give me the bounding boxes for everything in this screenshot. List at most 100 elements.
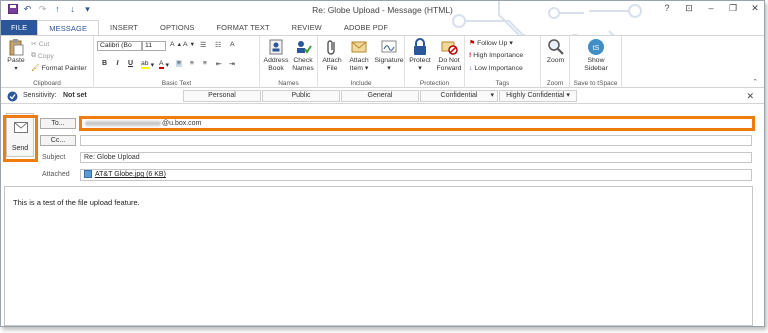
names-group: Address Book Check Names Names xyxy=(260,36,318,88)
magnifier-icon xyxy=(547,39,564,55)
clear-formatting-icon[interactable]: A xyxy=(230,41,235,48)
tspace-icon: tS xyxy=(588,39,604,55)
paste-icon xyxy=(9,39,24,56)
to-highlight-box xyxy=(79,116,755,131)
sensitivity-value: Not set xyxy=(63,92,87,99)
follow-up-button[interactable]: ⚑ Follow Up ▾ xyxy=(469,39,513,48)
message-body[interactable]: This is a test of the file upload featur… xyxy=(4,186,753,326)
align-left-icon[interactable]: ≡ xyxy=(176,60,182,67)
tab-adobe-pdf[interactable]: ADOBE PDF xyxy=(333,20,399,35)
envelope-icon xyxy=(351,41,367,53)
tab-file[interactable]: FILE xyxy=(1,20,38,35)
check-names-button[interactable]: Check Names xyxy=(290,38,316,73)
scissors-icon: ✂ xyxy=(31,41,37,48)
sensitivity-option-personal[interactable]: Personal xyxy=(183,90,261,102)
font-size-box[interactable]: 11 xyxy=(142,41,166,51)
to-button[interactable]: To... xyxy=(40,118,76,129)
decrease-indent-icon[interactable]: ⇤ xyxy=(216,60,222,68)
increase-indent-icon[interactable]: ⇥ xyxy=(229,60,235,68)
image-file-icon xyxy=(84,170,92,179)
tspace-group-label: Save to tSpace xyxy=(573,80,618,87)
basic-text-group-label: Basic Text xyxy=(161,80,192,87)
tab-options[interactable]: OPTIONS xyxy=(149,20,205,35)
subject-label: Subject xyxy=(42,154,66,161)
show-sidebar-button[interactable]: tS Show Sidebar xyxy=(576,38,616,73)
lock-icon xyxy=(414,38,426,55)
clipboard-group-label: Clipboard xyxy=(33,80,61,87)
exclamation-icon: ! xyxy=(469,52,472,59)
names-group-label: Names xyxy=(278,80,299,87)
align-center-icon[interactable]: ≡ xyxy=(190,60,194,67)
message-body-text: This is a test of the file upload featur… xyxy=(13,198,140,207)
attached-label: Attached xyxy=(42,171,70,178)
do-not-forward-icon xyxy=(441,41,458,55)
attach-file-button[interactable]: Attach File xyxy=(320,38,344,73)
tags-group-label: Tags xyxy=(495,80,510,87)
low-importance-button[interactable]: ↓ Low Importance xyxy=(469,65,523,72)
font-color-icon[interactable]: A ▾ xyxy=(159,60,169,69)
cc-button[interactable]: Cc... xyxy=(40,135,76,146)
close-icon[interactable]: ✕ xyxy=(750,3,760,14)
copy-icon: ⧉ xyxy=(31,52,36,59)
attachment-field: AT&T Globe.jpg (6 KB) xyxy=(80,169,752,181)
zoom-group: Zoom Zoom xyxy=(541,36,570,88)
high-importance-button[interactable]: ! High Importance xyxy=(469,52,523,59)
svg-text:tS: tS xyxy=(593,45,600,52)
ribbon-display-icon[interactable]: ⊡ xyxy=(684,3,694,14)
down-arrow-importance-icon: ↓ xyxy=(469,65,473,72)
underline-button[interactable]: U xyxy=(126,60,135,67)
attach-item-button[interactable]: Attach Item ▾ xyxy=(346,38,372,73)
font-name-box[interactable]: Calibri (Bo xyxy=(97,41,142,51)
tab-format-text[interactable]: FORMAT TEXT xyxy=(205,20,280,35)
close-sensitivity-icon[interactable]: ✕ xyxy=(746,91,754,102)
basic-text-group: Calibri (Bo 11 A ▲ A ▼ ☰ ☷ A B I U ab ▾ A ▾ … xyxy=(94,36,260,88)
attachment-link[interactable]: AT&T Globe.jpg (6 KB) xyxy=(95,171,166,178)
minimize-icon[interactable]: – xyxy=(706,3,716,14)
signature-button[interactable]: Signature ▾ xyxy=(374,38,404,73)
cc-field[interactable] xyxy=(80,135,752,146)
sensitivity-icon xyxy=(7,91,18,102)
shrink-font-button[interactable]: A ▼ xyxy=(183,41,195,48)
protect-button[interactable]: Protect ▾ xyxy=(407,38,433,73)
tab-message[interactable]: MESSAGE xyxy=(37,20,100,35)
bullets-icon[interactable]: ☰ xyxy=(200,41,206,49)
sensitivity-option-confidential[interactable]: Confidential ▾ xyxy=(420,90,498,102)
sensitivity-option-highly-confidential[interactable]: Highly Confidential ▾ xyxy=(499,90,577,102)
tags-group: ⚑ Follow Up ▾ ! High Importance ↓ Low Import… xyxy=(465,36,541,88)
highlight-color-icon[interactable]: ab ▾ xyxy=(141,60,154,69)
paperclip-icon xyxy=(327,40,335,55)
address-book-button[interactable]: Address Book xyxy=(263,38,289,73)
zoom-button[interactable]: Zoom xyxy=(543,38,568,65)
copy-button[interactable]: ⧉ Copy xyxy=(31,52,54,60)
bold-button[interactable]: B xyxy=(100,60,109,67)
align-right-icon[interactable]: ≡ xyxy=(203,60,207,67)
italic-button[interactable]: I xyxy=(113,60,122,67)
paintbrush-icon: 🖌 xyxy=(31,65,40,72)
address-book-icon xyxy=(269,39,283,55)
zoom-group-label: Zoom xyxy=(546,80,564,87)
do-not-forward-button[interactable]: Do Not Forward xyxy=(434,38,464,73)
clipboard-group: Paste ▾ ✂ Cut ⧉ Copy 🖌 Format Painter Clipbo… xyxy=(1,36,94,88)
sensitivity-option-public[interactable]: Public xyxy=(262,90,340,102)
tab-insert[interactable]: INSERT xyxy=(99,20,149,35)
tspace-group: tS Show Sidebar Save to tSpace xyxy=(570,36,622,88)
include-group-label: Include xyxy=(350,80,372,87)
tab-review[interactable]: REVIEW xyxy=(281,20,333,35)
protection-group-label: Protection xyxy=(419,80,450,87)
subject-field[interactable]: Re: Globe Upload xyxy=(80,152,752,163)
grow-font-button[interactable]: A ▲ xyxy=(170,41,182,48)
paste-button[interactable]: Paste ▾ xyxy=(4,38,28,73)
cut-button[interactable]: ✂ Cut xyxy=(31,40,49,49)
sensitivity-label: Sensitivity: xyxy=(23,92,57,99)
signature-icon xyxy=(381,40,397,53)
format-painter-button[interactable]: 🖌 Format Painter xyxy=(31,64,87,73)
flag-icon: ⚑ xyxy=(469,40,476,47)
collapse-ribbon-icon[interactable]: ⌃ xyxy=(752,78,758,86)
outlook-compose-window: ↶ ↷ ↑ ↓ ▾ Re: Globe Upload - Message (HT… xyxy=(0,0,765,327)
window-controls: ? ⊡ – ❐ ✕ xyxy=(662,3,760,14)
send-highlight-box xyxy=(3,115,38,162)
numbering-icon[interactable]: ☷ xyxy=(215,41,221,49)
sensitivity-option-general[interactable]: General xyxy=(341,90,419,102)
restore-icon[interactable]: ❐ xyxy=(728,3,738,14)
sensitivity-bar: Sensitivity: Not set Personal Public Gen… xyxy=(1,89,764,104)
